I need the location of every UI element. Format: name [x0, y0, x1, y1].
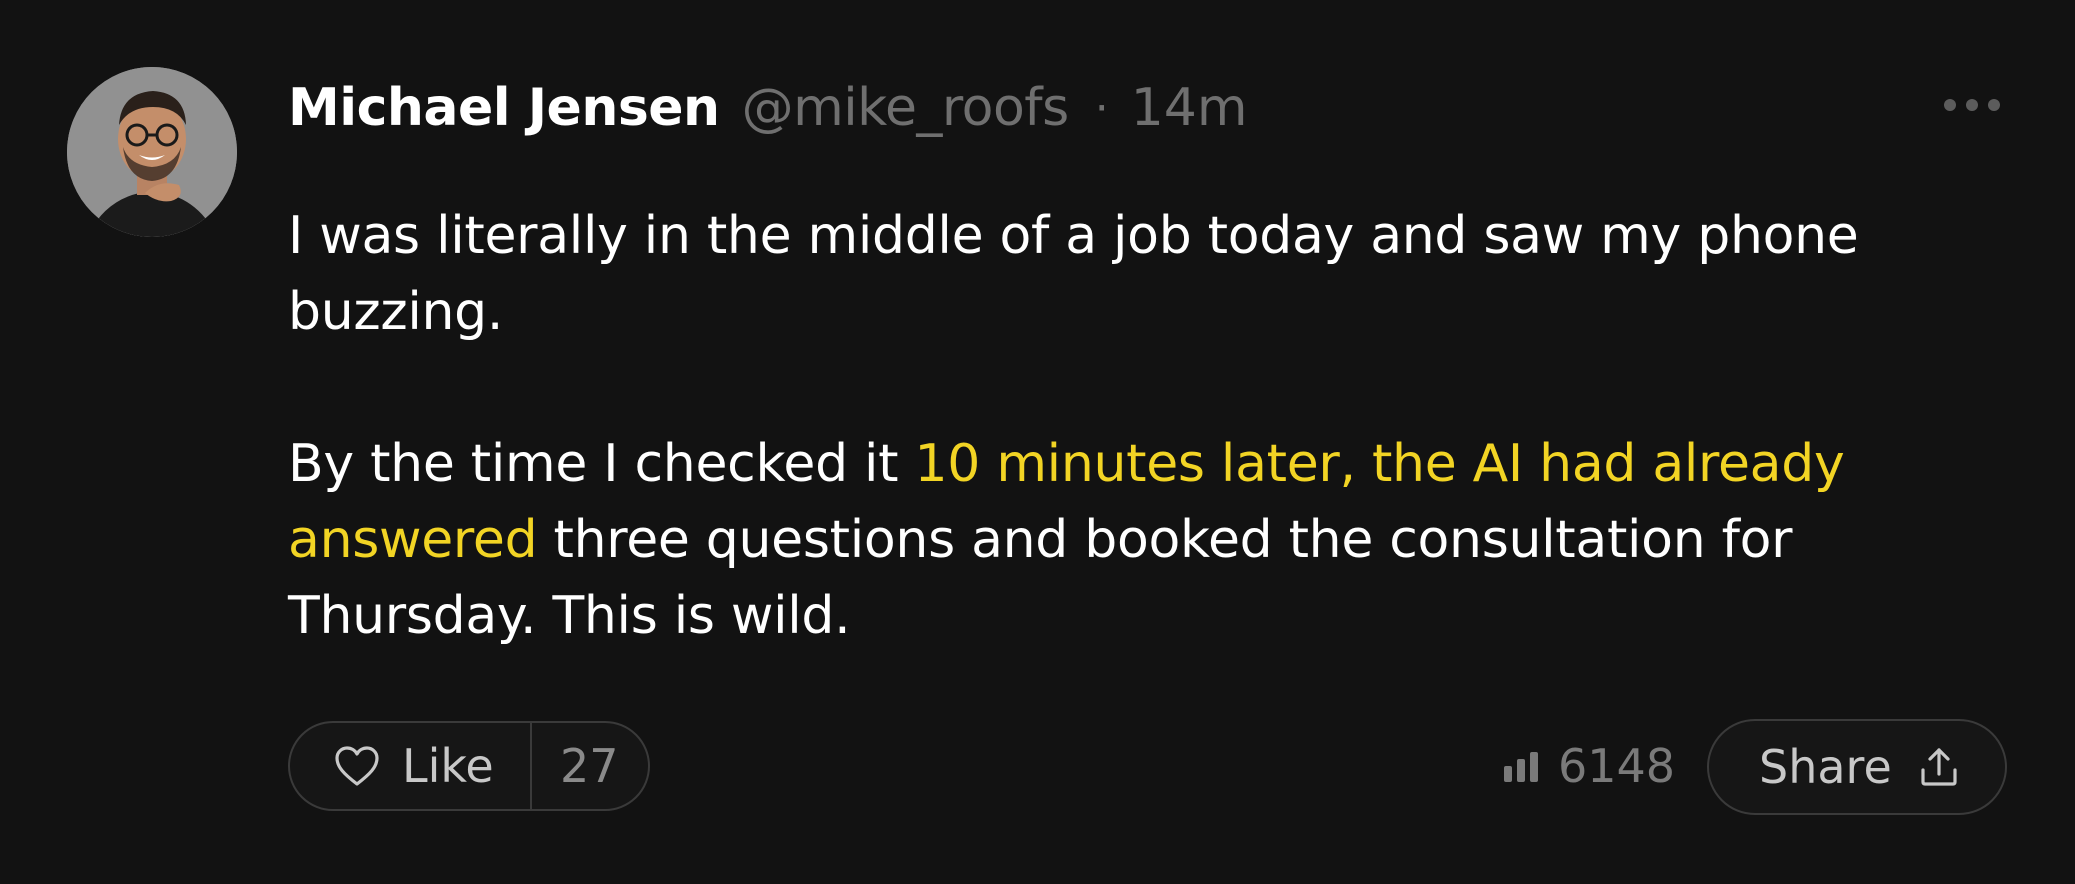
share-button[interactable]: Share	[1707, 719, 2007, 815]
avatar[interactable]	[67, 67, 237, 237]
more-horizontal-icon-dot	[1988, 99, 2000, 111]
header-separator: ·	[1094, 82, 1109, 134]
post-body: I was literally in the middle of a job t…	[288, 198, 1928, 654]
share-upload-icon	[1921, 748, 1957, 786]
author-name[interactable]: Michael Jensen	[288, 78, 720, 138]
post-timestamp[interactable]: 14m	[1131, 78, 1248, 138]
like-button[interactable]: Like	[290, 723, 532, 809]
like-label: Like	[402, 739, 494, 793]
more-options-button[interactable]	[1944, 96, 2000, 114]
post-header: Michael Jensen @mike_roofs · 14m	[288, 70, 1248, 146]
author-handle[interactable]: @mike_roofs	[742, 78, 1070, 138]
post-text: By the time I checked it	[288, 434, 915, 494]
views-stat: 6148	[1504, 738, 1675, 794]
post-card: Michael Jensen @mike_roofs · 14m I was l…	[0, 0, 2075, 884]
share-label: Share	[1759, 740, 1892, 794]
views-count: 6148	[1558, 739, 1676, 793]
like-count[interactable]: 27	[532, 739, 619, 793]
heart-icon	[335, 746, 379, 786]
more-horizontal-icon-dot	[1966, 99, 1978, 111]
post-paragraph: By the time I checked it 10 minutes late…	[288, 426, 1928, 654]
avatar-image	[67, 67, 237, 237]
post-paragraph: I was literally in the middle of a job t…	[288, 206, 1859, 342]
like-control: Like 27	[288, 721, 650, 811]
bar-chart-icon	[1504, 752, 1538, 782]
more-horizontal-icon-dot	[1944, 99, 1956, 111]
